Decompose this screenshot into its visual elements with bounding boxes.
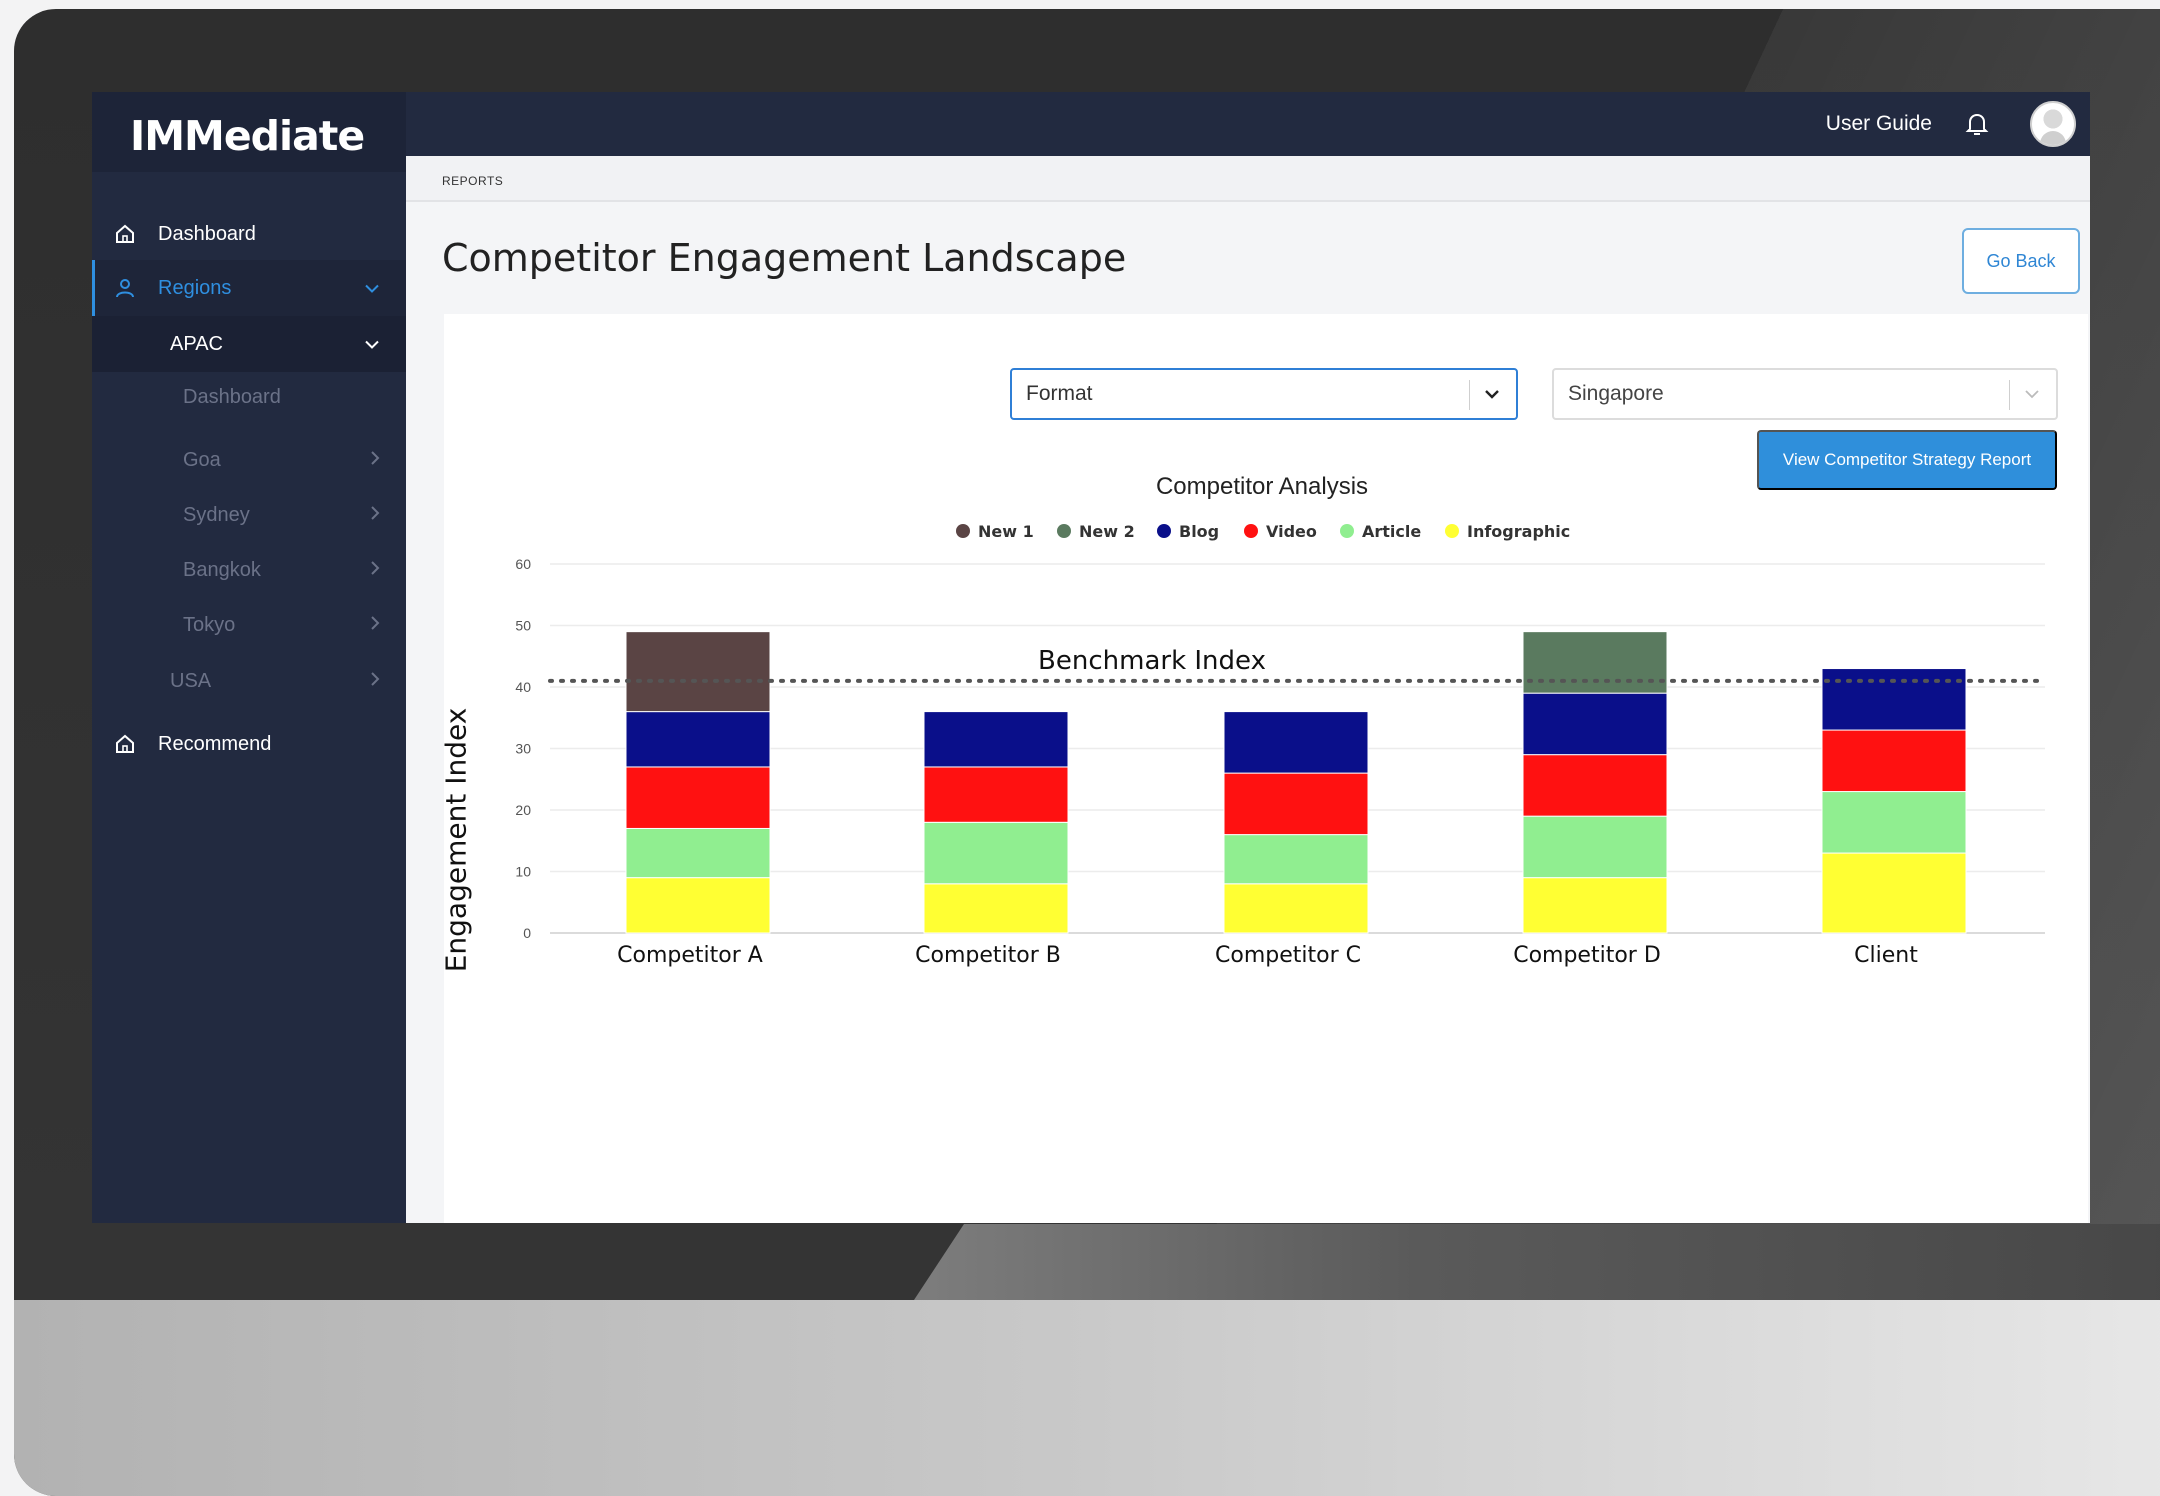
sidebar-item-usa[interactable]: USA [92, 661, 406, 701]
sidebar-item-label: Regions [158, 276, 232, 299]
chevron-right-icon [370, 560, 380, 581]
x-tick-label: Competitor D [1513, 943, 1661, 968]
x-tick-label: Competitor B [915, 943, 1061, 968]
avatar[interactable] [2030, 101, 2076, 147]
format-select[interactable]: Format [1010, 368, 1518, 420]
format-select-value: Format [1026, 382, 1093, 405]
chevron-down-icon [364, 278, 380, 299]
legend-swatch [1157, 524, 1171, 538]
bar-segment [1821, 729, 1967, 793]
select-separator [2009, 380, 2010, 410]
bar-segment [1223, 711, 1369, 774]
benchmark-label: Benchmark Index [1038, 646, 1266, 676]
sidebar-item-label: Dashboard [183, 385, 281, 408]
home-icon [112, 731, 138, 757]
y-tick-label: 30 [515, 741, 531, 757]
bar-segment [1522, 815, 1668, 879]
sidebar-subitem-tokyo[interactable]: Tokyo [92, 605, 406, 645]
device-base [14, 1300, 2160, 1496]
bell-icon[interactable] [1962, 109, 1992, 139]
bar-segment [625, 766, 771, 829]
y-tick-label: 40 [515, 679, 531, 695]
chevron-down-icon [2022, 384, 2042, 404]
legend-item: New 2 [1079, 522, 1135, 541]
chevron-right-icon [370, 450, 380, 471]
sidebar-item-label: Tokyo [183, 613, 236, 636]
chevron-down-icon [364, 334, 380, 355]
chevron-right-icon [370, 671, 380, 692]
city-select[interactable]: Singapore [1552, 368, 2058, 420]
bar-segment [625, 827, 771, 879]
sidebar-subitem-dashboard[interactable]: Dashboard [92, 377, 406, 417]
bar-segment [625, 631, 771, 713]
x-tick-label: Client [1854, 943, 1918, 968]
chevron-down-icon [1482, 384, 1502, 404]
city-select-value: Singapore [1568, 382, 1664, 405]
chevron-right-icon [370, 615, 380, 636]
bar-segment [1522, 631, 1668, 694]
bar-segment [1821, 852, 1967, 934]
breadcrumb-bar: REPORTS [406, 156, 2090, 202]
legend-item: Video [1266, 522, 1317, 541]
legend-swatch [956, 524, 970, 538]
bar-segment [1223, 772, 1369, 836]
sidebar-item-recommend[interactable]: Recommend [92, 722, 406, 766]
legend-item: Infographic [1467, 522, 1570, 541]
bar-segment [1821, 791, 1967, 854]
legend-item: Article [1362, 522, 1421, 541]
app-logo[interactable]: IMMediate [92, 92, 406, 172]
sidebar-item-label: Sydney [183, 503, 250, 526]
sidebar-item-label: APAC [170, 332, 223, 355]
sidebar-item-label: Recommend [158, 732, 272, 755]
y-tick-label: 60 [515, 556, 531, 572]
y-tick-label: 0 [523, 925, 531, 941]
competitor-analysis-chart: Competitor Analysis New 1 New 2 Blog Video Ar… [515, 473, 2047, 968]
top-bar: User Guide [406, 92, 2090, 156]
device-bezel-gloss [914, 1224, 2160, 1300]
y-tick-label: 20 [515, 802, 531, 818]
bar-segment [1223, 883, 1369, 934]
x-tick-label: Competitor A [617, 943, 763, 968]
select-separator [1469, 380, 1470, 410]
bar-segment [1821, 668, 1967, 731]
x-tick-label: Competitor C [1215, 943, 1361, 968]
bar-segment [1223, 834, 1369, 885]
sidebar-item-dashboard[interactable]: Dashboard [92, 212, 406, 256]
sidebar-item-label: Goa [183, 448, 221, 471]
sidebar-item-apac[interactable]: APAC [92, 316, 406, 372]
home-icon [112, 221, 138, 247]
bar-segment [1522, 692, 1668, 756]
legend-item: New 1 [978, 522, 1034, 541]
bar-segment [625, 711, 771, 768]
go-back-button[interactable]: Go Back [1962, 228, 2080, 294]
legend-swatch [1244, 524, 1258, 538]
bar-segment [923, 821, 1069, 885]
user-icon [112, 275, 138, 301]
sidebar-subitem-goa[interactable]: Goa [92, 440, 406, 480]
breadcrumb[interactable]: REPORTS [442, 174, 503, 188]
user-guide-link[interactable]: User Guide [1826, 112, 1932, 136]
sidebar-item-label: Bangkok [183, 558, 261, 581]
legend-swatch [1445, 524, 1459, 538]
chart-title: Competitor Analysis [1156, 473, 1368, 500]
sidebar-subitem-sydney[interactable]: Sydney [92, 495, 406, 535]
bar-segment [625, 877, 771, 934]
bar-segment [1522, 877, 1668, 934]
y-tick-label: 10 [515, 864, 531, 880]
bar-segment [923, 711, 1069, 768]
legend-swatch [1340, 524, 1354, 538]
sidebar-subitem-bangkok[interactable]: Bangkok [92, 550, 406, 590]
chevron-right-icon [370, 505, 380, 526]
legend-item: Blog [1179, 522, 1219, 541]
sidebar-item-label: Dashboard [158, 222, 256, 245]
bar-segment [923, 766, 1069, 823]
bar-segment [1522, 754, 1668, 817]
sidebar: IMMediate Dashboard Regions APAC Dashboa… [92, 92, 406, 1223]
legend-swatch [1057, 524, 1071, 538]
sidebar-item-regions[interactable]: Regions [92, 260, 406, 316]
bar-segment [923, 883, 1069, 934]
sidebar-item-label: USA [170, 669, 212, 692]
page-title: Competitor Engagement Landscape [442, 236, 1127, 280]
y-tick-label: 50 [515, 618, 531, 634]
